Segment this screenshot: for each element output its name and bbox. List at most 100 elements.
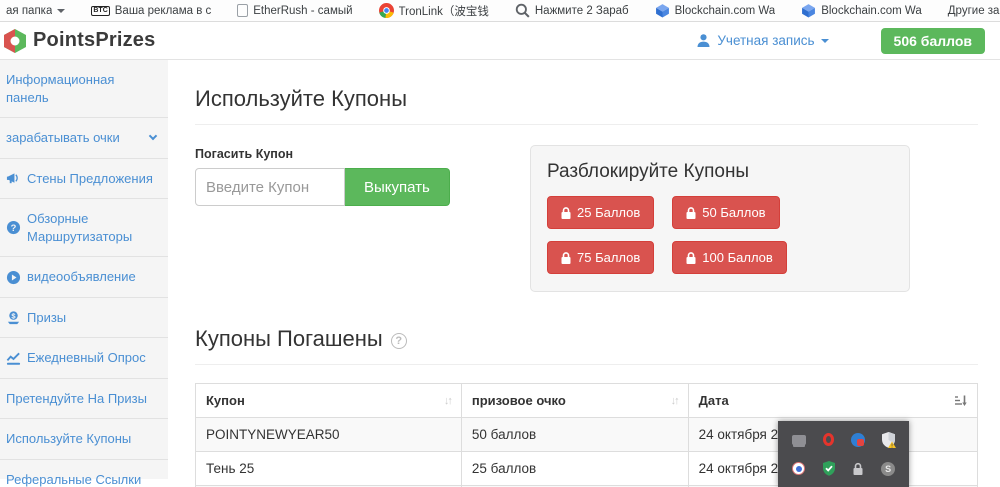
unlock-button-label: 100 Баллов [702,250,773,265]
bookmark-label: TronLink（波宝钱 [399,3,489,19]
sidebar-item-label: Призы [27,309,160,327]
blockchain-cube-icon [655,3,670,18]
unlock-panel-title: Разблокируйте Купоны [547,161,893,183]
monitor-icon[interactable] [791,432,807,448]
lock-icon [686,207,696,219]
btc-icon: BTC [91,6,109,16]
magnifier-icon [515,3,530,18]
sort-desc-icon [954,394,967,407]
site-header: PointsPrizes Учетная запись 506 баллов [0,22,1000,60]
sidebar-item-prizes[interactable]: $ Призы [0,298,168,339]
bookmark-item[interactable]: BTC Ваша реклама в с [91,5,211,17]
sidebar-nav: Информационная панель зарабатывать очки … [0,60,168,479]
system-tray-popup: ! S [778,421,909,487]
cell-points: 25 баллов [461,452,688,486]
sidebar-item-offer-walls[interactable]: Стены Предложения [0,159,168,200]
cell-coupon: Тень 25 [196,452,462,486]
sidebar-item-label: Обзорные Маршрутизаторы [27,210,160,245]
unlock-50-button[interactable]: 50 Баллов [672,196,779,229]
redeem-coupon-form: Погасить Купон Выкупать [195,143,530,206]
sidebar-item-label: зарабатывать очки [6,129,144,147]
column-header-label: Купон [206,393,444,408]
defender-warning-icon[interactable]: ! [880,432,896,448]
sidebar-item-use-coupons[interactable]: Используйте Купоны [0,419,168,460]
account-menu[interactable]: Учетная запись [696,33,828,48]
cell-coupon: POINTYNEWYEAR50 [196,418,462,452]
unlock-coupons-panel: Разблокируйте Купоны 25 Баллов [530,145,910,292]
account-label: Учетная запись [717,33,814,48]
sidebar-item-label: Реферальные Ссылки [6,471,160,487]
skype-icon[interactable]: S [880,461,896,477]
user-icon [696,33,711,48]
media-player-icon[interactable] [791,461,807,477]
sidebar-item-claim-prizes[interactable]: Претендуйте На Призы [0,379,168,420]
unlock-25-button[interactable]: 25 Баллов [547,196,654,229]
unlock-75-button[interactable]: 75 Баллов [547,241,654,274]
sidebar-item-label: видеообъявление [27,268,160,286]
sidebar-item-referral-links[interactable]: Реферальные Ссылки [0,460,168,487]
brand-logo[interactable]: PointsPrizes [2,28,155,54]
redeem-coupon-label: Погасить Купон [195,147,530,161]
bookmark-item[interactable]: Blockchain.com Wa [655,3,776,18]
svg-text:!: ! [891,443,893,448]
chevron-down-icon [149,132,157,140]
sidebar-item-label: Используйте Купоны [6,430,160,448]
column-header-label: Дата [699,393,954,408]
bookmark-label: Ваша реклама в с [115,5,212,17]
bookmark-label: Blockchain.com Wa [675,5,776,17]
chrome-icon [379,3,394,18]
points-balance-badge[interactable]: 506 баллов [881,28,985,54]
sidebar-item-label: Претендуйте На Призы [6,390,160,408]
sidebar-item-daily-poll[interactable]: Ежедневный Опрос [0,338,168,379]
sync-app-icon[interactable] [850,432,866,448]
column-header-coupon[interactable]: Купон ↓↑ [196,384,462,418]
sidebar-item-video-ads[interactable]: видеообъявление [0,257,168,298]
cell-points: 50 баллов [461,486,688,487]
bookmark-item[interactable]: Нажмите 2 Зараб [515,3,629,18]
cell-coupon: Бесстрашный 50 [196,486,462,487]
line-chart-icon [6,351,21,366]
bookmark-item[interactable]: TronLink（波宝钱 [379,3,489,19]
redeemed-section-title: Купоны Погашены [195,326,383,352]
other-bookmarks-button[interactable]: Другие закладки [948,5,1000,17]
coin-icon: $ [6,310,21,325]
bookmark-item[interactable]: EtherRush - самый [237,4,352,17]
coupon-input[interactable] [195,168,345,206]
megaphone-icon [6,171,21,186]
page-title: Используйте Купоны [195,86,978,112]
unlock-100-button[interactable]: 100 Баллов [672,241,787,274]
lock-icon [561,207,571,219]
chevron-down-icon [821,39,829,43]
sort-icon: ↓↑ [671,395,678,407]
page-icon [237,4,248,17]
bookmark-folder[interactable]: ая папка [6,5,65,17]
brand-name: PointsPrizes [33,29,155,52]
bookmark-item[interactable]: Blockchain.com Wa [801,3,922,18]
antivirus-ok-icon[interactable] [821,461,837,477]
redeem-button[interactable]: Выкупать [345,168,450,206]
opera-icon[interactable] [821,432,837,448]
question-circle-icon: ? [6,220,21,235]
main-content: Используйте Купоны Погасить Купон Выкупа… [168,60,1000,479]
sidebar-item-survey-routers[interactable]: ? Обзорные Маршрутизаторы [0,199,168,257]
lock-icon [686,252,696,264]
other-bookmarks-label: Другие закладки [948,5,1000,17]
sidebar-item-label: Стены Предложения [27,170,160,188]
cell-points: 50 баллов [461,418,688,452]
unlock-button-label: 75 Баллов [577,250,640,265]
unlock-button-label: 50 Баллов [702,205,765,220]
sidebar-item-earn-points[interactable]: зарабатывать очки [0,118,168,159]
play-circle-icon [6,270,21,285]
column-header-points[interactable]: призовое очко ↓↑ [461,384,688,418]
unlock-button-label: 25 Баллов [577,205,640,220]
sidebar-item-dashboard[interactable]: Информационная панель [0,60,168,118]
bookmark-label: ая папка [6,5,52,17]
sidebar-item-label: Информационная панель [6,71,160,106]
column-header-date[interactable]: Дата [688,384,977,418]
browser-bookmarks-bar: ая папка BTC Ваша реклама в с EtherRush … [0,0,1000,22]
privacy-lock-icon[interactable] [850,461,866,477]
pointsprizes-logo-icon [2,28,28,54]
folder-dropdown-icon [57,9,65,13]
sort-icon: ↓↑ [444,395,451,407]
help-icon[interactable]: ? [391,333,407,349]
